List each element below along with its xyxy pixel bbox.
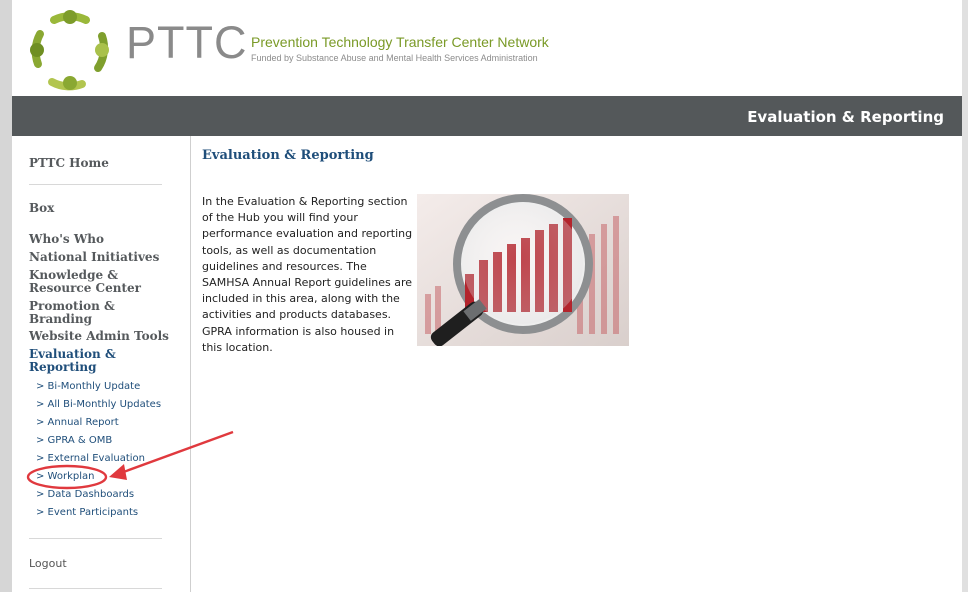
divider — [29, 184, 162, 185]
section-banner: Evaluation & Reporting — [12, 96, 962, 136]
sidebar: PTTC Home Box Who's Who National Initiat… — [12, 136, 191, 592]
sidebar-item-knowledge-resource-center[interactable]: Knowledge & Resource Center — [29, 269, 149, 295]
sidebar-item-promotion-branding[interactable]: Promotion & Branding — [29, 300, 129, 326]
subnav-data-dashboards[interactable]: > Data Dashboards — [36, 489, 134, 500]
right-rail — [962, 0, 968, 592]
logout-link[interactable]: Logout — [29, 557, 67, 570]
site-header: PTTC Prevention Technology Transfer Cent… — [12, 0, 962, 96]
page-title: Evaluation & Reporting — [202, 148, 374, 163]
banner-title: Evaluation & Reporting — [747, 108, 944, 126]
subnav-all-bi-monthly-updates[interactable]: > All Bi-Monthly Updates — [36, 399, 161, 410]
sidebar-item-box[interactable]: Box — [29, 202, 54, 215]
circle-of-people-logo-icon[interactable] — [24, 6, 116, 94]
subnav-gpra-omb[interactable]: > GPRA & OMB — [36, 435, 112, 446]
subnav-bi-monthly-update[interactable]: > Bi-Monthly Update — [36, 381, 140, 392]
divider — [29, 588, 162, 589]
divider — [29, 538, 162, 539]
org-name: Prevention Technology Transfer Center Ne… — [251, 34, 549, 50]
subnav-workplan[interactable]: > Workplan — [36, 471, 94, 482]
sidebar-item-evaluation-reporting[interactable]: Evaluation & Reporting — [29, 348, 129, 374]
subnav-annual-report[interactable]: > Annual Report — [36, 417, 119, 428]
sidebar-item-national-initiatives[interactable]: National Initiatives — [29, 251, 159, 264]
left-rail — [0, 0, 12, 592]
magnifying-glass-over-bar-chart-image — [417, 194, 629, 346]
subnav-event-participants[interactable]: > Event Participants — [36, 507, 138, 518]
intro-paragraph: In the Evaluation & Reporting section of… — [202, 195, 413, 354]
sidebar-item-pttc-home[interactable]: PTTC Home — [29, 157, 109, 170]
org-subtitle: Funded by Substance Abuse and Mental Hea… — [251, 53, 538, 63]
brand-wordmark[interactable]: PTTC — [126, 20, 248, 65]
sidebar-item-whos-who[interactable]: Who's Who — [29, 233, 104, 246]
sidebar-item-website-admin-tools[interactable]: Website Admin Tools — [29, 330, 169, 343]
subnav-external-evaluation[interactable]: > External Evaluation — [36, 453, 145, 464]
